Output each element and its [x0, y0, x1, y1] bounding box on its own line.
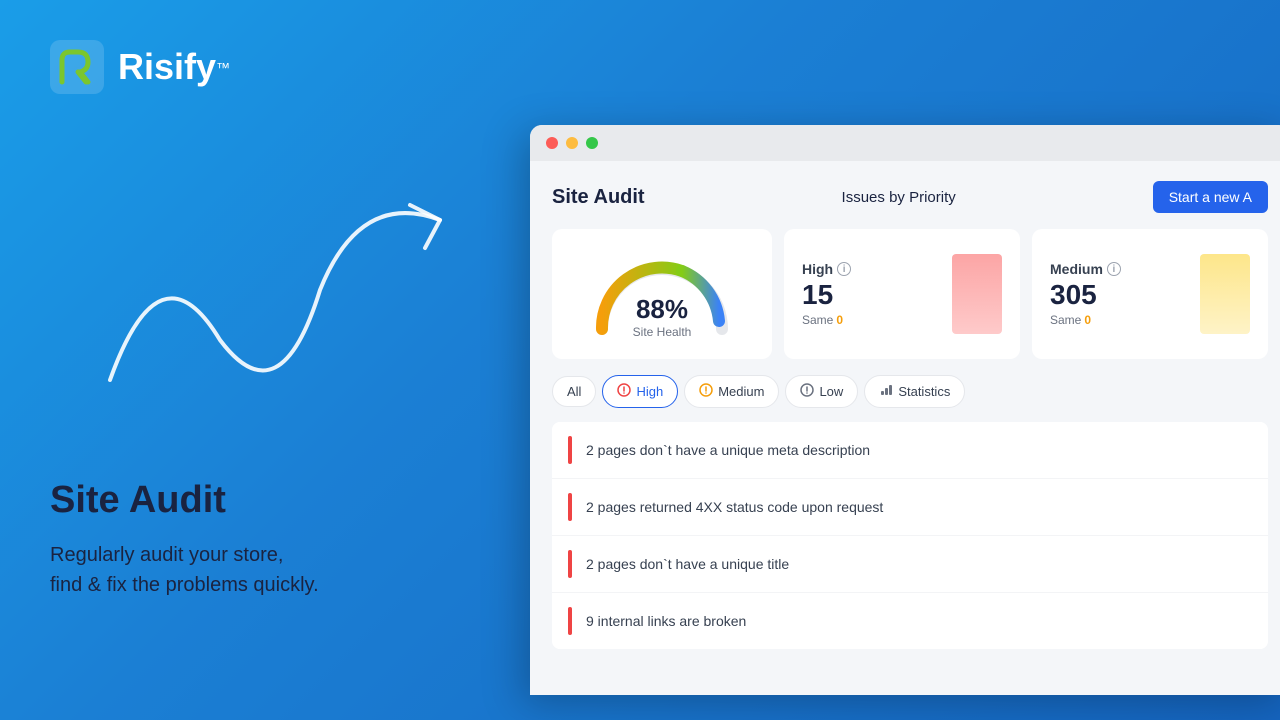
audit-header: Site Audit Issues by Priority Start a ne…: [552, 181, 1268, 213]
tab-high-icon: [617, 383, 631, 400]
tab-statistics[interactable]: Statistics: [864, 375, 965, 408]
logo-area: Risify™: [50, 40, 450, 94]
priority-info-medium: Medium i 305 Same 0: [1050, 261, 1188, 327]
issue-text: 2 pages returned 4XX status code upon re…: [586, 499, 883, 515]
tab-all[interactable]: All: [552, 376, 596, 407]
tab-high-label: High: [636, 384, 663, 399]
tab-high[interactable]: High: [602, 375, 678, 408]
priority-bar-medium: [1200, 254, 1250, 334]
same-zero-high: 0: [836, 313, 843, 327]
issue-indicator: [568, 436, 572, 464]
gauge-container: 88% Site Health: [582, 249, 742, 339]
tab-statistics-label: Statistics: [898, 384, 950, 399]
issue-indicator: [568, 493, 572, 521]
stats-row: 88% Site Health High i 15 Same 0: [552, 229, 1268, 359]
logo-wordmark: Risify™: [118, 46, 230, 88]
page-heading: Site Audit: [50, 479, 319, 522]
priority-same-medium: Same 0: [1050, 313, 1188, 327]
priority-card-high: High i 15 Same 0: [784, 229, 1020, 359]
tab-low-icon: [800, 383, 814, 400]
bottom-text: Site Audit Regularly audit your store,fi…: [50, 479, 319, 600]
logo-name: Risify: [118, 46, 216, 87]
issue-item: 2 pages don`t have a unique meta descrip…: [552, 422, 1268, 479]
tab-low[interactable]: Low: [785, 375, 858, 408]
issue-item: 2 pages returned 4XX status code upon re…: [552, 479, 1268, 536]
medium-info-icon[interactable]: i: [1107, 262, 1121, 276]
tab-medium[interactable]: Medium: [684, 375, 779, 408]
priority-same-high: Same 0: [802, 313, 940, 327]
browser-dot-green: [586, 137, 598, 149]
priority-info-high: High i 15 Same 0: [802, 261, 940, 327]
tabs-row: All High Medium Low: [552, 375, 1268, 408]
browser-titlebar: [530, 125, 1280, 161]
left-panel: Risify™ Site Audit Regularly audit your …: [0, 0, 500, 720]
high-info-icon[interactable]: i: [837, 262, 851, 276]
issue-indicator: [568, 607, 572, 635]
tab-all-label: All: [567, 384, 581, 399]
browser-window: Site Audit Issues by Priority Start a ne…: [530, 125, 1280, 695]
priority-type-high: High i: [802, 261, 940, 277]
gauge-card: 88% Site Health: [552, 229, 772, 359]
issue-indicator: [568, 550, 572, 578]
priority-type-medium: Medium i: [1050, 261, 1188, 277]
issue-item: 9 internal links are broken: [552, 593, 1268, 649]
audit-title: Site Audit: [552, 186, 645, 209]
tab-statistics-icon: [879, 383, 893, 400]
page-description: Regularly audit your store,find & fix th…: [50, 540, 319, 600]
logo-icon: [50, 40, 104, 94]
tab-low-label: Low: [819, 384, 843, 399]
gauge-label: Site Health: [633, 325, 692, 339]
issue-item: 2 pages don`t have a unique title: [552, 536, 1268, 593]
browser-dot-yellow: [566, 137, 578, 149]
issues-list: 2 pages don`t have a unique meta descrip…: [552, 422, 1268, 649]
issue-text: 2 pages don`t have a unique meta descrip…: [586, 442, 870, 458]
gauge-text: 88% Site Health: [633, 294, 692, 339]
tab-medium-icon: [699, 383, 713, 400]
logo-tm: ™: [216, 60, 230, 76]
issue-text: 2 pages don`t have a unique title: [586, 556, 789, 572]
issue-text: 9 internal links are broken: [586, 613, 746, 629]
tab-medium-label: Medium: [718, 384, 764, 399]
browser-dot-red: [546, 137, 558, 149]
browser-content: Site Audit Issues by Priority Start a ne…: [530, 161, 1280, 695]
priority-count-medium: 305: [1050, 281, 1188, 309]
priority-bar-high: [952, 254, 1002, 334]
issues-priority-label: Issues by Priority: [842, 189, 956, 206]
priority-count-high: 15: [802, 281, 940, 309]
start-new-button[interactable]: Start a new A: [1153, 181, 1268, 213]
priority-card-medium: Medium i 305 Same 0: [1032, 229, 1268, 359]
same-zero-medium: 0: [1084, 313, 1091, 327]
wave-graphic: [100, 160, 460, 440]
gauge-percent: 88%: [633, 294, 692, 325]
